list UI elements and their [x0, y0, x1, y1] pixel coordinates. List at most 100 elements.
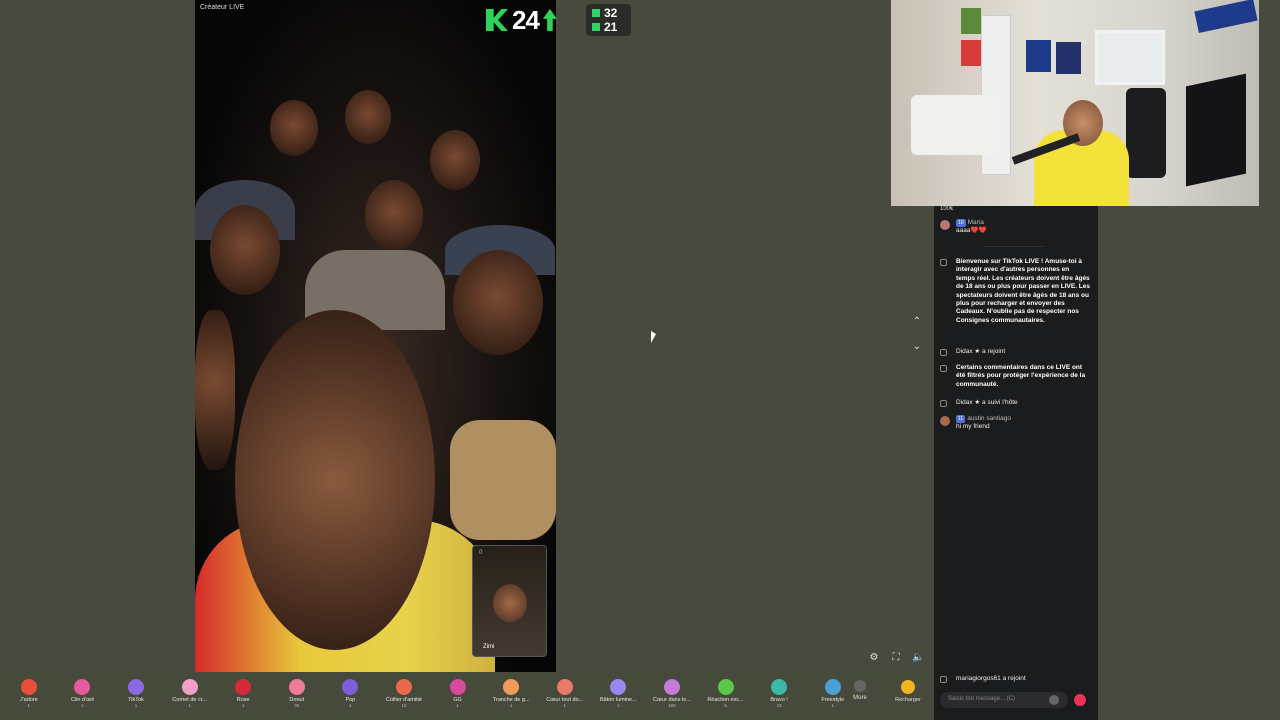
gift-icon: [288, 679, 305, 695]
tiktok-icon: [940, 259, 947, 266]
join-icon: [940, 349, 947, 356]
score-overlay: 24: [486, 5, 576, 35]
gift-icon: [74, 679, 91, 695]
gift-price: 30: [294, 703, 300, 708]
system-text: Bienvenue sur TikTok LIVE ! Amuse-toi à …: [956, 258, 1091, 324]
gift-item[interactable]: Clin d'œil 1: [56, 672, 110, 720]
chat-text: hi my friend: [956, 423, 990, 431]
chat-message: 10 Maria aaaa❤️❤️: [940, 219, 1090, 236]
gift-item[interactable]: Collier d'amitié 10: [377, 672, 431, 720]
tiktok-icon: [940, 365, 947, 372]
system-message: Bienvenue sur TikTok LIVE ! Amuse-toi à …: [940, 258, 1090, 325]
streamer-webcam: [891, 0, 1259, 206]
rank-box: 32 21: [586, 4, 631, 36]
guest-pip[interactable]: 0 Zimi: [472, 545, 547, 657]
gift-item[interactable]: Pop 1: [324, 672, 378, 720]
gift-item[interactable]: Cœur dans le... 100: [645, 672, 699, 720]
system-text: Certains commentaires dans ce LIVE ont é…: [956, 364, 1086, 388]
join-text: Didax ★ a rejoint: [956, 348, 1006, 355]
gift-price: 5: [724, 703, 727, 708]
gift-item[interactable]: Rose 1: [216, 672, 270, 720]
creator-live-label: Créateur LIVE: [200, 4, 245, 11]
scroll-up-icon[interactable]: ⌃: [910, 315, 924, 329]
emoji-icon[interactable]: [1049, 695, 1059, 705]
gift-icon: [235, 679, 252, 695]
user-avatar[interactable]: [940, 416, 950, 426]
person-face: [430, 130, 480, 190]
chat-text: aaaa❤️❤️: [956, 227, 987, 235]
gift-price: 10: [401, 703, 407, 708]
fullscreen-icon[interactable]: ⛶: [890, 652, 902, 664]
rank-top-value: 32: [604, 6, 618, 20]
recharge-label: Recharger: [895, 697, 921, 703]
rank-up-icon: [592, 9, 600, 17]
gift-price: 1: [349, 703, 352, 708]
chat-username[interactable]: austin santiago: [967, 415, 1011, 422]
join-text: mariagiorgos61 a rejoint: [956, 675, 1026, 682]
gift-item[interactable]: TikTok 1: [109, 672, 163, 720]
guest-count: 0: [479, 550, 483, 556]
gift-item[interactable]: Cornet de cr... 1: [163, 672, 217, 720]
gift-item[interactable]: Donut 30: [270, 672, 324, 720]
bag: [450, 420, 556, 540]
gift-price: 1: [241, 703, 245, 708]
chat-message: 11 austin santiago hi my friend: [940, 415, 1090, 432]
follow-message: Didax ★ a suivi l'hôte: [940, 399, 1090, 407]
gift-price: 15: [776, 703, 782, 708]
rank-bottom-value: 21: [604, 20, 618, 34]
scroll-down-icon[interactable]: ⌄: [910, 340, 924, 354]
join-icon: [940, 676, 947, 683]
gift-icon: [395, 679, 412, 695]
level-badge: 11: [956, 415, 966, 424]
person-face: [365, 180, 423, 250]
user-avatar[interactable]: [940, 220, 950, 230]
follow-text: Didax ★ a suivi l'hôte: [956, 399, 1018, 406]
gift-price: 1: [188, 703, 191, 708]
gift-price: 1: [509, 703, 513, 708]
gift-price: 1: [27, 703, 31, 708]
more-icon: [854, 680, 866, 692]
gift-item[interactable]: Réaction exc... 5: [699, 672, 753, 720]
volume-icon[interactable]: 🔈: [912, 652, 924, 664]
poster: [961, 8, 981, 34]
chat-username[interactable]: Maria: [968, 219, 984, 226]
gift-icon: [556, 679, 573, 695]
settings-icon[interactable]: ⚙: [868, 652, 880, 664]
person-face: [345, 90, 391, 144]
jersey-frame: [1026, 40, 1051, 72]
jersey-frame: [1056, 42, 1081, 74]
system-message: Certains commentaires dans ce LIVE ont é…: [940, 364, 1090, 389]
person-face: [210, 205, 280, 295]
more-gifts-button[interactable]: More: [850, 672, 870, 720]
guest-name: Zimi: [483, 644, 495, 650]
gift-bar: J'adore 1 Clin d'œil 1 TikTok 1 Cornet de cr..…: [0, 672, 930, 720]
gift-item[interactable]: Tranche de g... 1: [484, 672, 538, 720]
gift-price: 1: [81, 703, 84, 708]
recharge-button[interactable]: Recharger: [888, 672, 928, 720]
gift-icon: [610, 679, 627, 695]
gift-icon: [181, 679, 198, 695]
gift-item[interactable]: Bravo ! 15: [752, 672, 806, 720]
gift-icon: [663, 679, 680, 695]
gift-price: 1: [617, 703, 620, 708]
join-message: Didax ★ a rejoint: [940, 348, 1090, 356]
gift-icon: [127, 679, 144, 695]
gift-item[interactable]: J'adore 1: [2, 672, 56, 720]
divider: [984, 246, 1044, 247]
gift-item[interactable]: Cœur tout do... 1: [538, 672, 592, 720]
window: [1095, 30, 1165, 85]
coin-icon: [901, 680, 915, 694]
gift-item[interactable]: GG 1: [431, 672, 485, 720]
gift-icon: [20, 679, 37, 695]
chat-panel: 100€ 10 Maria aaaa❤️❤️ Bienvenue sur TikTo…: [934, 206, 1098, 720]
more-label: More: [853, 695, 867, 701]
monitor: [1186, 73, 1246, 187]
gift-icon: [503, 679, 520, 695]
join-message: mariagiorgos61 a rejoint: [940, 675, 1090, 683]
gift-item[interactable]: Bâton lumine... 1: [592, 672, 646, 720]
chat-top-text: 100€: [940, 206, 954, 212]
heart-icon[interactable]: [1074, 694, 1086, 706]
poster: [961, 40, 981, 66]
gift-icon: [771, 679, 788, 695]
person-face-foreground: [235, 310, 435, 650]
